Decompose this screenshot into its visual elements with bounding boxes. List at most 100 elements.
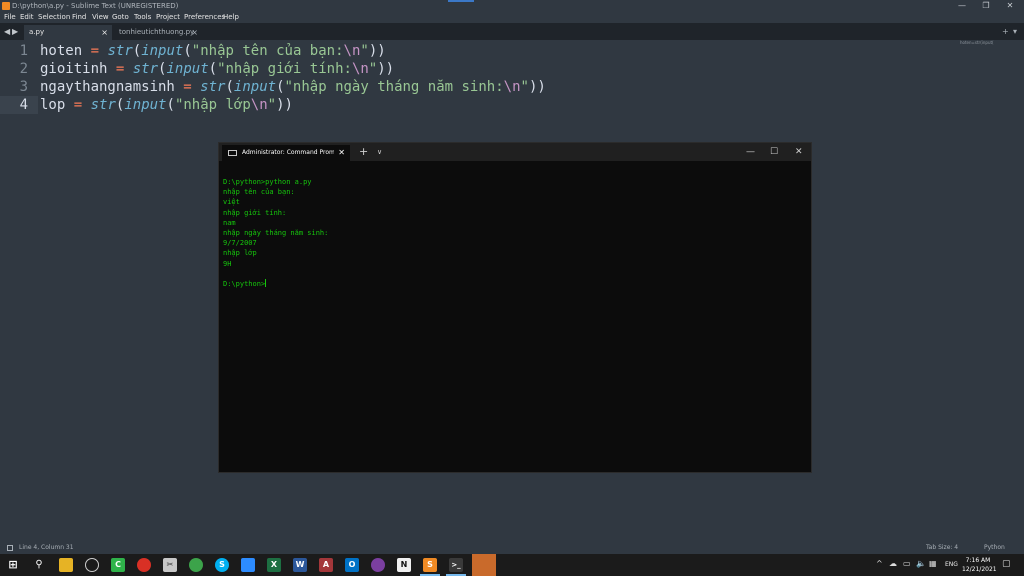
tab-close-icon[interactable]: × — [191, 25, 198, 40]
search-icon[interactable]: ⚲ — [32, 558, 46, 572]
terminal-taskbar-icon[interactable]: >_ — [449, 558, 463, 572]
terminal-line: 9/7/2007 — [223, 239, 257, 248]
taskbar: ⊞ ⚲ C ✂ S X W A O N S >_ ^ ☁ ▭ 🔈 ▦ ENG 7… — [0, 554, 1024, 576]
access-icon[interactable]: A — [319, 558, 333, 572]
menu-selection[interactable]: Selection — [38, 12, 70, 23]
github-icon[interactable] — [371, 558, 385, 572]
windows-start-icon[interactable]: ⊞ — [6, 558, 20, 572]
line-number: 3 — [19, 79, 28, 95]
terminal-minimize-button[interactable]: — — [746, 143, 755, 161]
minimize-button[interactable]: — — [950, 0, 974, 12]
tray-chevron-icon[interactable]: ^ — [876, 559, 883, 568]
snipping-tool-icon[interactable]: ✂ — [163, 558, 177, 572]
menu-view[interactable]: View — [92, 12, 109, 23]
window-title: D:\python\a.py - Sublime Text (UNREGISTE… — [12, 2, 179, 10]
terminal-close-button[interactable]: ✕ — [795, 143, 803, 161]
terminal-maximize-button[interactable]: ☐ — [770, 143, 778, 161]
terminal-line: D:\python>python a.py — [223, 178, 312, 186]
tab-next-icon[interactable]: ▶ — [12, 23, 18, 40]
terminal-line: nhập lớp — [223, 249, 257, 258]
terminal-line: 9H — [223, 259, 232, 268]
tab-close-icon[interactable]: × — [101, 25, 108, 40]
menu-bar: File Edit Selection Find View Goto Tools… — [0, 12, 1024, 23]
tab-a-py[interactable]: a.py × — [24, 25, 112, 40]
line-code: hoten = str(input("nhập tên của bạn:\n")… — [40, 43, 386, 59]
terminal-dropdown-icon[interactable]: ∨ — [377, 143, 382, 161]
code-line: 3 ngaythangnamsinh = str(input("nhập ngà… — [0, 78, 1016, 96]
terminal-line: nhập ngày tháng năm sinh: — [223, 229, 329, 238]
terminal-tab[interactable]: Administrator: Command Prompt ✕ — [222, 145, 350, 161]
menu-edit[interactable]: Edit — [20, 12, 34, 23]
line-number: 2 — [19, 61, 28, 77]
terminal-line: nhập tên của bạn: — [223, 188, 295, 197]
new-tab-icon[interactable]: + — [1002, 23, 1009, 40]
tab-prev-icon[interactable]: ◀ — [4, 23, 10, 40]
terminal-title-bar[interactable]: Administrator: Command Prompt ✕ + ∨ — ☐ … — [219, 143, 811, 161]
terminal-prompt-line: D:\python> — [223, 279, 803, 289]
github-desktop-icon[interactable] — [85, 558, 99, 572]
terminal-tab-title: Administrator: Command Prompt — [242, 149, 334, 156]
tab-list-icon[interactable]: ▾ — [1013, 23, 1017, 40]
outlook-icon[interactable]: O — [345, 558, 359, 572]
code-line: 1 hoten = str(input("nhập tên của bạn:\n… — [0, 42, 1016, 60]
tab-bar: ◀ ▶ a.py × tonhieutichthuong.py × + ▾ — [0, 23, 1024, 40]
syntax-mode[interactable]: Python — [984, 542, 1005, 554]
command-prompt-icon — [228, 150, 237, 156]
zoom-icon[interactable] — [241, 558, 255, 572]
line-code: gioitinh = str(input("nhập giới tính:\n"… — [40, 61, 395, 77]
menu-preferences[interactable]: Preferences — [184, 12, 225, 23]
chrome-icon[interactable] — [137, 558, 151, 572]
notion-icon[interactable]: N — [397, 558, 411, 572]
terminal-window[interactable]: Administrator: Command Prompt ✕ + ∨ — ☐ … — [218, 142, 812, 473]
notification-icon[interactable]: ▢ — [1002, 559, 1011, 569]
code-line-current: 4 lop = str(input("nhập lớp\n")) — [0, 96, 1016, 114]
volume-icon[interactable]: 🔈 — [916, 559, 926, 568]
app-highlighted-icon[interactable] — [472, 554, 496, 576]
line-number: 1 — [19, 43, 28, 59]
tab-size[interactable]: Tab Size: 4 — [926, 542, 958, 554]
close-button[interactable]: ✕ — [998, 0, 1022, 12]
skype-icon[interactable]: S — [215, 558, 229, 572]
terminal-line: nhập giới tính: — [223, 208, 287, 217]
panel-toggle-icon[interactable] — [7, 545, 13, 551]
tab-label: a.py — [29, 28, 45, 36]
text-cursor — [265, 279, 267, 288]
clock-time: 7:16 AM — [965, 557, 991, 564]
code-line: 2 gioitinh = str(input("nhập giới tính:\… — [0, 60, 1016, 78]
language-indicator[interactable]: ENG — [945, 561, 958, 568]
app-icon[interactable] — [189, 558, 203, 572]
tab-tonhieutichthuong[interactable]: tonhieutichthuong.py × — [114, 25, 202, 40]
keyboard-icon[interactable]: ▦ — [929, 559, 937, 568]
network-icon[interactable]: ☁ — [889, 559, 897, 568]
terminal-line: ​ — [223, 269, 803, 279]
file-explorer-icon[interactable] — [59, 558, 73, 572]
menu-tools[interactable]: Tools — [134, 12, 151, 23]
clock[interactable]: 7:16 AM 12/21/2021 — [962, 556, 997, 574]
display-icon[interactable]: ▭ — [903, 559, 911, 568]
menu-file[interactable]: File — [4, 12, 16, 23]
line-code: ngaythangnamsinh = str(input("nhập ngày … — [40, 79, 546, 95]
menu-goto[interactable]: Goto — [112, 12, 129, 23]
camtasia-icon[interactable]: C — [111, 558, 125, 572]
cursor-position: Line 4, Column 31 — [19, 544, 74, 551]
new-terminal-tab-button[interactable]: + — [359, 143, 368, 161]
terminal-line: nam — [223, 218, 236, 227]
terminal-output[interactable]: D:\python>python a.py nhập tên của bạn: vi… — [223, 177, 803, 289]
status-bar: Line 4, Column 31 Tab Size: 4 Python — [0, 542, 1024, 554]
sublime-text-taskbar-icon[interactable]: S — [423, 558, 437, 572]
menu-find[interactable]: Find — [72, 12, 86, 23]
sublime-text-icon — [2, 2, 10, 10]
tab-label: tonhieutichthuong.py — [119, 28, 195, 36]
excel-icon[interactable]: X — [267, 558, 281, 572]
menu-project[interactable]: Project — [156, 12, 180, 23]
title-accent — [448, 0, 474, 2]
terminal-prompt: D:\python> — [223, 280, 266, 289]
word-icon[interactable]: W — [293, 558, 307, 572]
maximize-button[interactable]: ❐ — [974, 0, 998, 12]
terminal-line: việt — [223, 198, 240, 207]
clock-date: 12/21/2021 — [962, 566, 997, 573]
title-bar: D:\python\a.py - Sublime Text (UNREGISTE… — [0, 0, 1024, 12]
line-number: 4 — [19, 97, 28, 113]
menu-help[interactable]: Help — [223, 12, 239, 23]
terminal-tab-close-icon[interactable]: ✕ — [338, 145, 345, 161]
